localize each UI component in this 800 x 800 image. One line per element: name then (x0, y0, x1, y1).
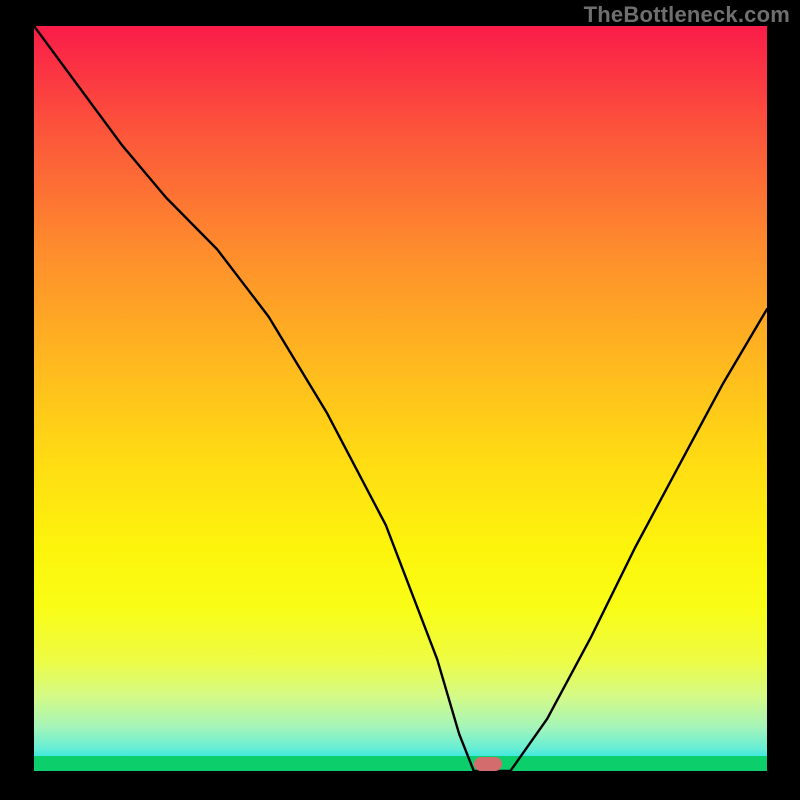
optimal-marker (474, 757, 502, 771)
watermark-text: TheBottleneck.com (584, 2, 790, 28)
plot-area (34, 26, 767, 771)
bottleneck-curve (34, 26, 767, 771)
chart-container: TheBottleneck.com (0, 0, 800, 800)
